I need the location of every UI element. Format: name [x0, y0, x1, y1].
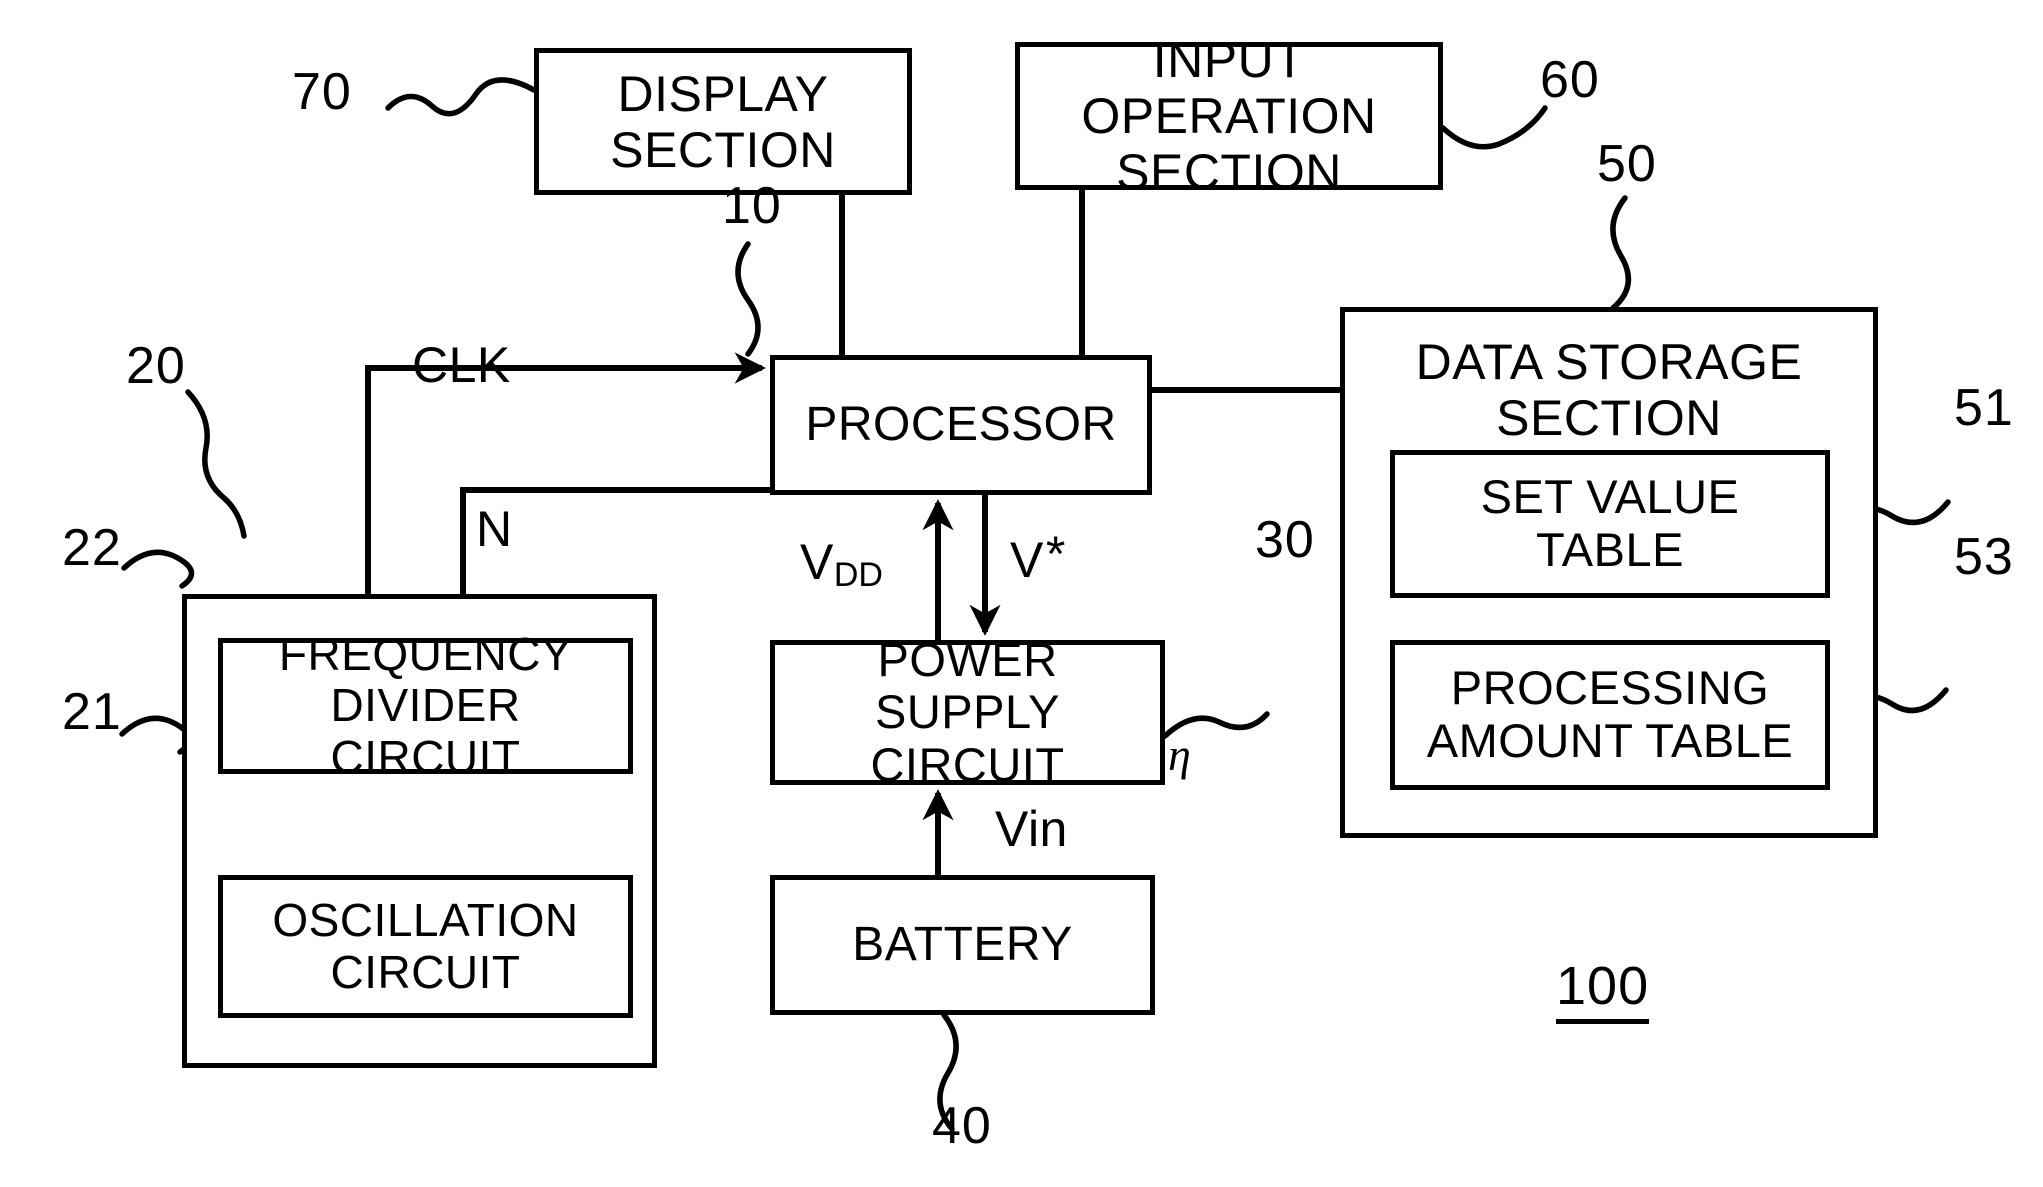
leader-22: [121, 549, 195, 589]
signal-label-vdd-subscript: DD: [833, 555, 883, 594]
block-display-section-label: DISPLAY SECTION: [610, 65, 836, 178]
signal-label-n: N: [476, 501, 513, 557]
ref-numeral-30: 30: [1255, 511, 1315, 569]
signal-label-vdd-prefix: V: [800, 534, 834, 590]
block-set-value-table-label: SET VALUE TABLE: [1480, 470, 1740, 576]
leader-20: [185, 389, 247, 539]
system-reference-numeral: 100: [1556, 955, 1650, 1024]
block-battery[interactable]: BATTERY: [770, 875, 1155, 1015]
block-power-supply-circuit[interactable]: POWER SUPPLY CIRCUIT: [770, 633, 1165, 791]
block-oscillation-circuit[interactable]: OSCILLATION CIRCUIT: [218, 875, 633, 1018]
block-display-section[interactable]: DISPLAY SECTION: [534, 48, 912, 195]
leader-50: [1610, 195, 1632, 311]
ref-numeral-22: 22: [62, 519, 122, 577]
signal-label-vstar-asterisk: *: [1045, 526, 1066, 582]
ref-numeral-50: 50: [1597, 135, 1657, 193]
patent-figure-canvas: DISPLAY SECTION 70 INPUT OPERATION SECTION…: [0, 0, 2043, 1187]
block-processor-label: PROCESSOR: [805, 398, 1117, 452]
leader-21: [119, 715, 193, 755]
block-set-value-table[interactable]: SET VALUE TABLE: [1390, 450, 1830, 598]
block-processing-amount-table[interactable]: PROCESSING AMOUNT TABLE: [1390, 640, 1830, 790]
block-input-operation-section[interactable]: INPUT OPERATION SECTION: [1015, 32, 1443, 200]
signal-label-vin: Vin: [995, 801, 1068, 857]
ref-numeral-21: 21: [62, 683, 122, 741]
ref-numeral-20: 20: [126, 337, 186, 395]
ref-numeral-60: 60: [1540, 51, 1600, 109]
signal-label-clk: CLK: [412, 337, 511, 393]
ref-numeral-53: 53: [1954, 528, 2014, 586]
ref-numeral-51: 51: [1954, 379, 2014, 437]
block-input-operation-section-label: INPUT OPERATION SECTION: [1081, 32, 1377, 200]
block-oscillation-circuit-label: OSCILLATION CIRCUIT: [272, 893, 579, 998]
signal-label-vstar: V*: [1010, 526, 1065, 589]
block-power-supply-circuit-label: POWER SUPPLY CIRCUIT: [870, 632, 1065, 791]
block-processing-amount-table-label: PROCESSING AMOUNT TABLE: [1426, 661, 1794, 767]
ref-numeral-40: 40: [932, 1097, 992, 1155]
leader-10: [735, 241, 761, 357]
block-frequency-divider-circuit-label: FREQUENCY DIVIDER CIRCUIT: [278, 627, 573, 783]
block-battery-label: BATTERY: [852, 918, 1073, 972]
ref-numeral-70: 70: [292, 63, 352, 121]
block-data-storage-section-label: DATA STORAGE SECTION: [1415, 334, 1803, 446]
block-processor[interactable]: PROCESSOR: [770, 355, 1152, 495]
block-frequency-divider-circuit[interactable]: FREQUENCY DIVIDER CIRCUIT: [218, 628, 633, 782]
ref-numeral-10: 10: [722, 177, 782, 235]
signal-label-vdd: VDD: [800, 533, 883, 594]
leader-70: [385, 77, 537, 117]
leader-60: [1440, 105, 1548, 150]
efficiency-eta-symbol: η: [1168, 729, 1191, 780]
signal-label-vstar-prefix: V: [1010, 532, 1044, 588]
